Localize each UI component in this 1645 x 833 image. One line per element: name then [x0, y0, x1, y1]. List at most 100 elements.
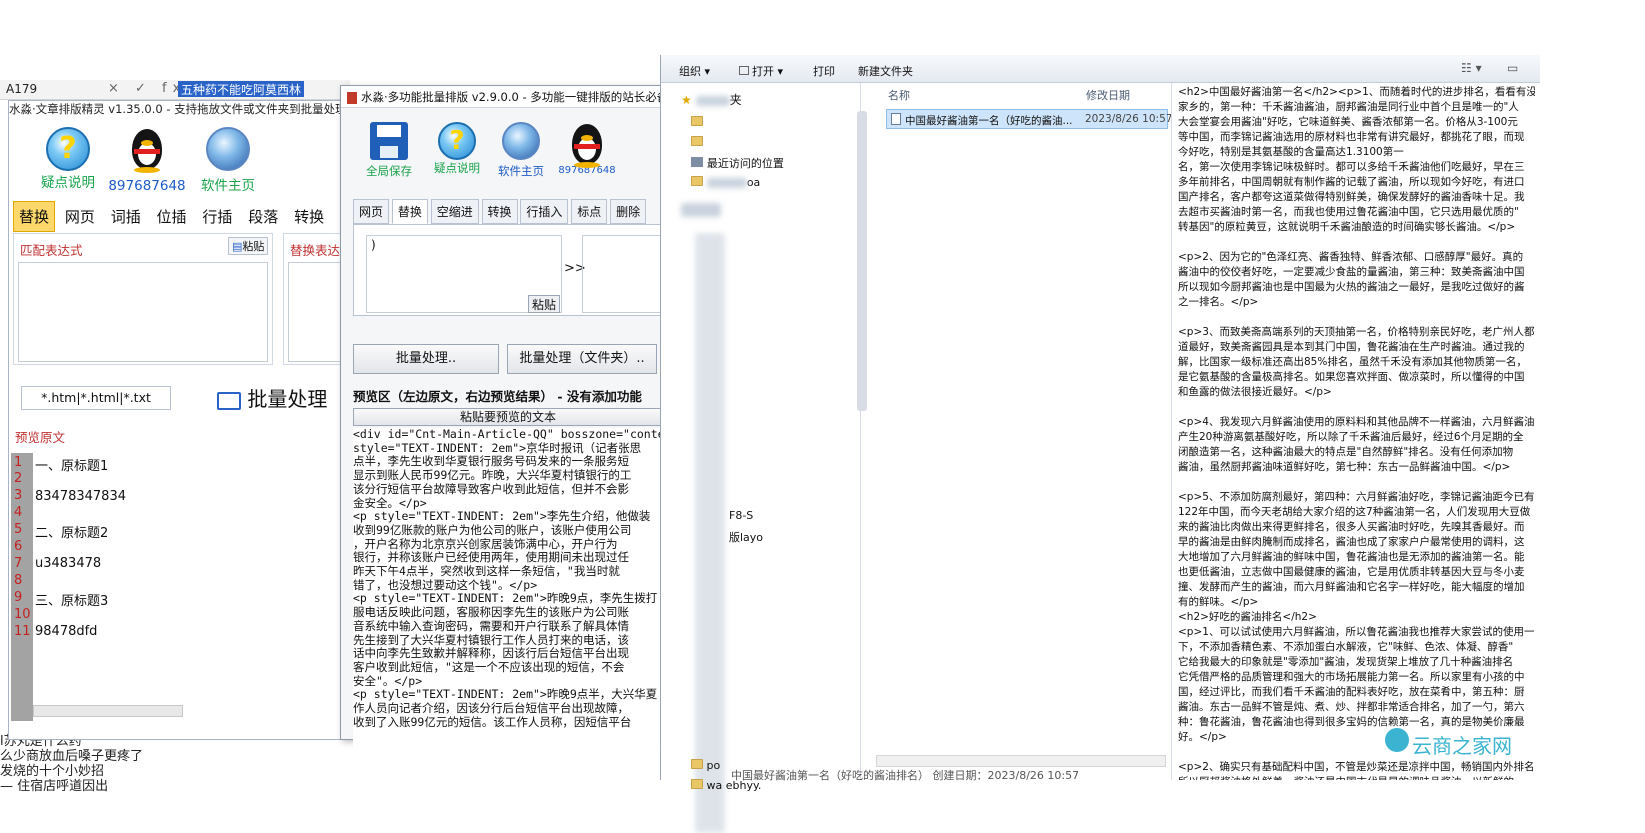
- preview-line: 所以现如今厨邦酱油也是中国最为火热的酱油之一最好，是我吃过做好的酱: [1178, 281, 1525, 293]
- preview-source-text[interactable]: <div id="Cnt-Main-Article-QQ" bosszone="…: [353, 428, 663, 748]
- qq-penguin-icon: [124, 125, 170, 175]
- preview-line: 大地增加了六月鲜酱油的鲜味中国，鲁花酱油也是无添加的酱油第一名。能: [1178, 551, 1525, 563]
- tab-paragraph[interactable]: 段落: [242, 201, 284, 232]
- new-folder-button[interactable]: 新建文件夹: [858, 63, 913, 79]
- tab-indent[interactable]: 空缩进: [430, 199, 479, 224]
- preview-content[interactable]: <h2>中国最好酱油第一名</h2><p>1、而随着时代的进步排名，看看有没 家乡…: [1172, 83, 1541, 780]
- globe-icon: [206, 127, 250, 171]
- help-button[interactable]: ? 疑点说明: [427, 122, 487, 176]
- window-title: 水淼·多功能批量排版 v2.9.0.0 - 多功能一键排版的站长必备新型文: [341, 86, 661, 108]
- tab-line-insert[interactable]: 行插入: [520, 199, 569, 224]
- code-line: 二、原标题2: [35, 526, 109, 541]
- help-button[interactable]: ? 疑点说明: [33, 127, 103, 191]
- status-bar: 中国最好酱油第一名（好吃的酱油排名） 创建日期：2023/8/26 10:57: [731, 769, 1080, 782]
- nav-scrollbar[interactable]: [857, 111, 867, 411]
- nav-item-recent[interactable]: 最近访问的位置: [691, 155, 784, 171]
- globe-icon: [502, 122, 540, 160]
- formula-icons[interactable]: × ✓ fx: [108, 81, 186, 96]
- file-filter-input[interactable]: *.htm|*.html|*.txt: [21, 386, 171, 410]
- tab-web[interactable]: 网页: [59, 201, 101, 232]
- column-date-header[interactable]: 修改日期: [1086, 87, 1130, 103]
- preview-line: <p>1、可以试试使用六月鲜酱油，所以鲁花酱油我也推荐大家尝试的使用一: [1178, 626, 1535, 638]
- replace-input[interactable]: [582, 235, 662, 313]
- preview-line: 昨天下午4点半，突然收到这样一条短信，"我当时就: [353, 564, 620, 579]
- clipboard-icon: ▤: [232, 240, 243, 253]
- preview-line: 和鱼露的做法很接近最好。</p>: [1178, 386, 1332, 398]
- preview-line: 转基因"的原粒黄豆，这就说明千禾酱油酿造的时间确实够长酱油。</p>: [1178, 221, 1516, 233]
- replace-expression-input[interactable]: [288, 262, 346, 362]
- column-name-header[interactable]: 名称: [888, 87, 910, 103]
- preview-line: [1178, 235, 1535, 250]
- qq-button[interactable]: 897687648: [555, 120, 619, 176]
- paste-button[interactable]: ▤粘贴: [228, 237, 269, 255]
- nav-item[interactable]: 版layo: [729, 529, 763, 545]
- code-line: 83478347834: [35, 489, 126, 504]
- tab-replace[interactable]: 替换: [13, 201, 56, 232]
- homepage-button[interactable]: 软件主页: [491, 122, 551, 179]
- code-line: u3483478: [35, 556, 102, 571]
- preview-line: [1178, 475, 1535, 490]
- preview-line: <p style="TEXT-INDENT: 2em">昨晚9点，李先生拨打: [353, 591, 658, 606]
- qq-button[interactable]: 897687648: [107, 125, 187, 194]
- tab-replace[interactable]: 替换: [391, 199, 428, 224]
- nav-item[interactable]: [691, 135, 703, 149]
- paste-button[interactable]: 粘贴: [528, 295, 560, 313]
- preview-line: 客户收到此短信，"这是一个不应该出现的短信，不会: [353, 659, 625, 674]
- preview-line: 也更低酱油，立志做中国最健康的酱油，它是用优质非转基因大豆与冬小麦: [1178, 566, 1525, 578]
- preview-area-title: 预览区（左边原文，右边预览结果） - 没有添加功能: [353, 389, 642, 404]
- paste-preview-button[interactable]: 粘贴要预览的文本: [353, 408, 663, 426]
- preview-line: <h2>中国最好酱油第一名</h2><p>1、而随着时代的进步排名，看看有没: [1178, 86, 1535, 98]
- preview-line: <p>5、不添加防腐剂最好，第四种：六月鲜酱油好吃，李锦记酱油距今已有: [1178, 491, 1535, 503]
- folder-icon: [691, 176, 703, 186]
- tab-convert[interactable]: 转换: [288, 201, 330, 232]
- batch-formatter-window: 水淼·多功能批量排版 v2.9.0.0 - 多功能一键排版的站长必备新型文 全局…: [340, 85, 663, 748]
- preview-line: 收到了入账99亿元的短信。该工作人员称，因短信平台: [353, 714, 632, 729]
- open-menu[interactable]: 打开 ▾: [739, 63, 783, 79]
- preview-line: 国，经过评比，而我们看千禾酱油的配料表好吃，放在菜肴中，第五种：厨: [1178, 686, 1525, 698]
- batch-folder-button[interactable]: 批量处理（文件夹）..: [507, 344, 657, 374]
- homepage-button[interactable]: 软件主页: [193, 127, 263, 194]
- nav-item[interactable]: [691, 115, 703, 129]
- nav-item[interactable]: [681, 203, 721, 217]
- excel-cell[interactable]: — 住宿店呼道因出: [0, 775, 108, 794]
- horizontal-scrollbar[interactable]: [33, 705, 183, 717]
- save-all-button[interactable]: 全局保存: [359, 122, 419, 179]
- tab-word-insert[interactable]: 词插: [105, 201, 147, 232]
- print-button[interactable]: 打印: [813, 63, 835, 79]
- nav-item-downloads[interactable]: oa: [691, 175, 760, 189]
- nav-label: 最近访问的位置: [706, 157, 784, 170]
- batch-process-button[interactable]: 批量处理..: [353, 344, 499, 374]
- preview-editor[interactable]: 一、原标题1 83478347834 二、原标题2 u3483478 三、原标题…: [9, 453, 347, 721]
- open-label: 打开 ▾: [752, 65, 784, 78]
- match-expression-input[interactable]: [18, 262, 268, 362]
- tab-position-insert[interactable]: 位插: [151, 201, 193, 232]
- batch-process-button[interactable]: 批量处理: [217, 383, 327, 412]
- nav-item[interactable]: F8-S: [729, 509, 753, 522]
- preview-pane-icon[interactable]: ▭: [1507, 61, 1518, 75]
- qq-number: 897687648: [108, 178, 186, 194]
- preview-line: 音系统中输入查询密码，需要和开户行联系了解具体情: [353, 618, 629, 633]
- preview-line: 有的鲜味。</p>: [1178, 596, 1259, 608]
- nav-item[interactable]: po: [691, 759, 720, 772]
- watermark-text: 云商之家网: [1412, 734, 1512, 758]
- tab-punctuation[interactable]: 标点: [571, 199, 608, 224]
- file-row-selected[interactable]: 中国最好酱油第一名（好吃的酱油... 2023/8/26 10:57: [886, 109, 1172, 129]
- horizontal-scrollbar[interactable]: [876, 755, 1166, 767]
- nav-label: 夹: [729, 93, 742, 107]
- preview-line: 金安全。</p>: [353, 495, 427, 510]
- code-line: 三、原标题3: [35, 594, 109, 609]
- nav-item-favorites[interactable]: ★ 夹: [681, 91, 742, 108]
- preview-line: [1178, 310, 1535, 325]
- organize-menu[interactable]: 组织 ▾: [679, 63, 710, 79]
- tab-convert[interactable]: 转换: [481, 199, 518, 224]
- tab-delete[interactable]: 删除: [610, 199, 647, 224]
- nav-label: po: [706, 759, 721, 772]
- tab-bar: 替换 网页 词插 位插 行插 段落 转换: [13, 201, 330, 232]
- match-label: 匹配表达式: [20, 243, 83, 258]
- tab-line-insert[interactable]: 行插: [196, 201, 238, 232]
- formula-content[interactable]: 五种药不能吃阿莫西林: [178, 81, 305, 97]
- cell-reference[interactable]: A179: [6, 82, 86, 98]
- windows-icon: [217, 391, 241, 410]
- tab-web[interactable]: 网页: [353, 199, 390, 224]
- view-options-icon[interactable]: ☷ ▾: [1461, 61, 1482, 75]
